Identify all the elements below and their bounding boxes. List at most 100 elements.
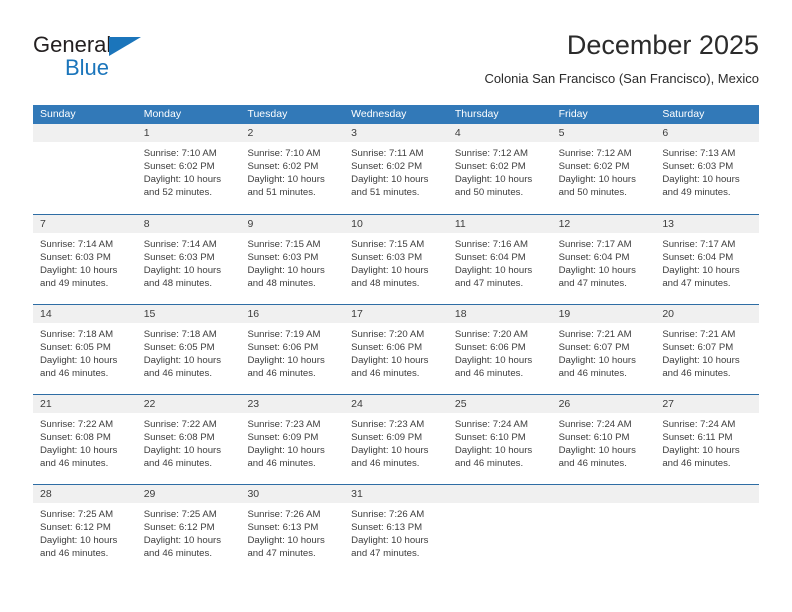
day-details: Sunrise: 7:15 AM Sunset: 6:03 PM Daylight:… xyxy=(240,233,344,290)
calendar-day-cell[interactable]: 22 Sunrise: 7:22 AM Sunset: 6:08 PM Dayligh… xyxy=(136,395,241,484)
sunset-text: Sunset: 6:13 PM xyxy=(247,522,319,534)
sunrise-text: Sunrise: 7:24 AM xyxy=(662,419,736,430)
calendar-day-cell[interactable]: 21 Sunrise: 7:22 AM Sunset: 6:08 PM Dayligh… xyxy=(33,395,137,484)
calendar-day-cell[interactable]: 28 Sunrise: 7:25 AM Sunset: 6:12 PM Dayligh… xyxy=(33,485,137,574)
day-number: 5 xyxy=(558,127,565,139)
sunset-text: Sunset: 6:02 PM xyxy=(454,161,526,173)
daylight-text: and 46 minutes. xyxy=(454,368,524,380)
sunrise-text: Sunrise: 7:17 AM xyxy=(558,239,632,250)
day-details: Sunrise: 7:22 AM Sunset: 6:08 PM Daylight:… xyxy=(137,413,241,470)
daylight-text: and 51 minutes. xyxy=(351,187,420,199)
calendar-day-cell[interactable]: 31 Sunrise: 7:26 AM Sunset: 6:13 PM Dayligh… xyxy=(344,485,448,574)
calendar-day-cell[interactable]: 9 Sunrise: 7:15 AM Sunset: 6:03 PM Daylight… xyxy=(240,215,345,304)
daylight-text: and 46 minutes. xyxy=(143,458,212,470)
calendar-week-row: 21 Sunrise: 7:22 AM Sunset: 6:08 PM Dayligh… xyxy=(33,394,760,484)
sunset-text: Sunset: 6:10 PM xyxy=(558,432,630,444)
calendar-day-cell[interactable]: 1 Sunrise: 7:10 AM Sunset: 6:02 PM Daylight… xyxy=(136,124,241,214)
day-number: 25 xyxy=(454,398,467,410)
daylight-text: Daylight: 10 hours xyxy=(351,445,429,457)
daylight-text: and 46 minutes. xyxy=(662,458,731,470)
daylight-text: and 47 minutes. xyxy=(454,278,524,290)
calendar-day-cell[interactable]: 11 Sunrise: 7:16 AM Sunset: 6:04 PM Dayligh… xyxy=(447,215,552,304)
day-number-band: 25 xyxy=(447,395,552,413)
day-number-band: 9 xyxy=(240,215,345,233)
calendar-day-cell[interactable]: 3 Sunrise: 7:11 AM Sunset: 6:02 PM Daylight… xyxy=(344,124,448,214)
day-details: Sunrise: 7:25 AM Sunset: 6:12 PM Daylight:… xyxy=(33,503,137,560)
triangle-icon xyxy=(109,37,141,56)
daylight-text: and 48 minutes. xyxy=(351,278,420,290)
calendar-day-cell[interactable]: 12 Sunrise: 7:17 AM Sunset: 6:04 PM Dayligh… xyxy=(551,215,656,304)
weekday-header-friday: Friday xyxy=(558,108,588,120)
day-number-band: 18 xyxy=(447,305,552,323)
day-number-band: 28 xyxy=(33,485,137,503)
sunrise-text: Sunrise: 7:22 AM xyxy=(143,419,217,430)
day-number-band: 4 xyxy=(447,124,552,142)
calendar-day-cell[interactable]: 25 Sunrise: 7:24 AM Sunset: 6:10 PM Dayligh… xyxy=(447,395,552,484)
daylight-text: and 46 minutes. xyxy=(40,548,109,560)
day-number-band: 20 xyxy=(655,305,760,323)
day-details: Sunrise: 7:17 AM Sunset: 6:04 PM Daylight:… xyxy=(655,233,759,290)
calendar-day-cell[interactable]: 30 Sunrise: 7:26 AM Sunset: 6:13 PM Dayligh… xyxy=(240,485,345,574)
generalblue-logo[interactable]: General Blue xyxy=(33,32,203,88)
calendar-day-cell[interactable]: 29 Sunrise: 7:25 AM Sunset: 6:12 PM Dayligh… xyxy=(136,485,241,574)
calendar-day-cell[interactable]: 27 Sunrise: 7:24 AM Sunset: 6:11 PM Dayligh… xyxy=(655,395,760,484)
day-details: Sunrise: 7:12 AM Sunset: 6:02 PM Daylight:… xyxy=(448,142,552,199)
sunrise-text: Sunrise: 7:10 AM xyxy=(143,148,217,159)
sunset-text: Sunset: 6:02 PM xyxy=(143,161,215,173)
daylight-text: Daylight: 10 hours xyxy=(558,174,636,186)
calendar-day-cell[interactable]: 14 Sunrise: 7:18 AM Sunset: 6:05 PM Dayligh… xyxy=(33,305,137,394)
day-details: Sunrise: 7:23 AM Sunset: 6:09 PM Daylight:… xyxy=(344,413,448,470)
page-subtitle: Colonia San Francisco (San Francisco), M… xyxy=(484,71,759,86)
calendar-day-cell[interactable]: 6 Sunrise: 7:13 AM Sunset: 6:03 PM Daylight… xyxy=(655,124,760,214)
calendar-day-cell-empty xyxy=(655,485,760,574)
day-number: 28 xyxy=(40,488,52,500)
daylight-text: and 50 minutes. xyxy=(454,187,524,199)
sunset-text: Sunset: 6:03 PM xyxy=(143,252,215,264)
calendar-day-cell[interactable]: 18 Sunrise: 7:20 AM Sunset: 6:06 PM Dayligh… xyxy=(447,305,552,394)
daylight-text: Daylight: 10 hours xyxy=(247,445,325,457)
sunrise-text: Sunrise: 7:18 AM xyxy=(40,329,114,340)
calendar-day-cell[interactable]: 2 Sunrise: 7:10 AM Sunset: 6:02 PM Daylight… xyxy=(240,124,345,214)
day-details: Sunrise: 7:21 AM Sunset: 6:07 PM Daylight:… xyxy=(552,323,656,380)
calendar-day-cell[interactable]: 16 Sunrise: 7:19 AM Sunset: 6:06 PM Dayligh… xyxy=(240,305,345,394)
day-number-band: 29 xyxy=(136,485,241,503)
day-number-band: 23 xyxy=(240,395,345,413)
calendar-day-cell[interactable]: 15 Sunrise: 7:18 AM Sunset: 6:05 PM Dayligh… xyxy=(136,305,241,394)
day-number-band: 15 xyxy=(136,305,241,323)
calendar-day-cell[interactable]: 19 Sunrise: 7:21 AM Sunset: 6:07 PM Dayligh… xyxy=(551,305,656,394)
calendar-day-cell[interactable]: 24 Sunrise: 7:23 AM Sunset: 6:09 PM Dayligh… xyxy=(344,395,448,484)
day-number-band xyxy=(33,124,137,142)
daylight-text: Daylight: 10 hours xyxy=(40,265,118,277)
calendar-day-cell[interactable]: 7 Sunrise: 7:14 AM Sunset: 6:03 PM Daylight… xyxy=(33,215,137,304)
day-number: 23 xyxy=(247,398,260,410)
calendar-day-cell[interactable]: 13 Sunrise: 7:17 AM Sunset: 6:04 PM Dayligh… xyxy=(655,215,760,304)
sunrise-text: Sunrise: 7:12 AM xyxy=(454,148,528,159)
calendar-day-cell[interactable]: 10 Sunrise: 7:15 AM Sunset: 6:03 PM Dayligh… xyxy=(344,215,448,304)
day-number: 22 xyxy=(143,398,156,410)
daylight-text: Daylight: 10 hours xyxy=(247,265,325,277)
calendar-day-cell[interactable]: 26 Sunrise: 7:24 AM Sunset: 6:10 PM Dayligh… xyxy=(551,395,656,484)
calendar-day-cell[interactable]: 8 Sunrise: 7:14 AM Sunset: 6:03 PM Daylight… xyxy=(136,215,241,304)
sunrise-text: Sunrise: 7:13 AM xyxy=(662,148,736,159)
day-number-band: 8 xyxy=(136,215,241,233)
calendar-day-cell[interactable]: 5 Sunrise: 7:12 AM Sunset: 6:02 PM Daylight… xyxy=(551,124,656,214)
day-number-band: 1 xyxy=(136,124,241,142)
day-details: Sunrise: 7:17 AM Sunset: 6:04 PM Daylight:… xyxy=(552,233,656,290)
sunset-text: Sunset: 6:10 PM xyxy=(454,432,526,444)
daylight-text: Daylight: 10 hours xyxy=(143,535,222,547)
sunrise-text: Sunrise: 7:11 AM xyxy=(351,148,424,159)
day-details: Sunrise: 7:21 AM Sunset: 6:07 PM Daylight:… xyxy=(655,323,759,380)
sunset-text: Sunset: 6:03 PM xyxy=(351,252,423,264)
weekday-header-monday: Monday xyxy=(143,108,182,120)
daylight-text: Daylight: 10 hours xyxy=(247,174,325,186)
day-number: 27 xyxy=(662,398,674,410)
sunset-text: Sunset: 6:12 PM xyxy=(143,522,215,534)
calendar-day-cell[interactable]: 4 Sunrise: 7:12 AM Sunset: 6:02 PM Daylight… xyxy=(447,124,552,214)
sunrise-text: Sunrise: 7:24 AM xyxy=(454,419,528,430)
calendar-day-cell[interactable]: 23 Sunrise: 7:23 AM Sunset: 6:09 PM Dayligh… xyxy=(240,395,345,484)
day-number: 26 xyxy=(558,398,571,410)
calendar-table: Sunday Monday Tuesday Wednesday Thursday Frid… xyxy=(33,105,760,574)
daylight-text: Daylight: 10 hours xyxy=(143,355,222,367)
calendar-day-cell[interactable]: 20 Sunrise: 7:21 AM Sunset: 6:07 PM Dayligh… xyxy=(655,305,760,394)
calendar-day-cell[interactable]: 17 Sunrise: 7:20 AM Sunset: 6:06 PM Dayligh… xyxy=(344,305,448,394)
